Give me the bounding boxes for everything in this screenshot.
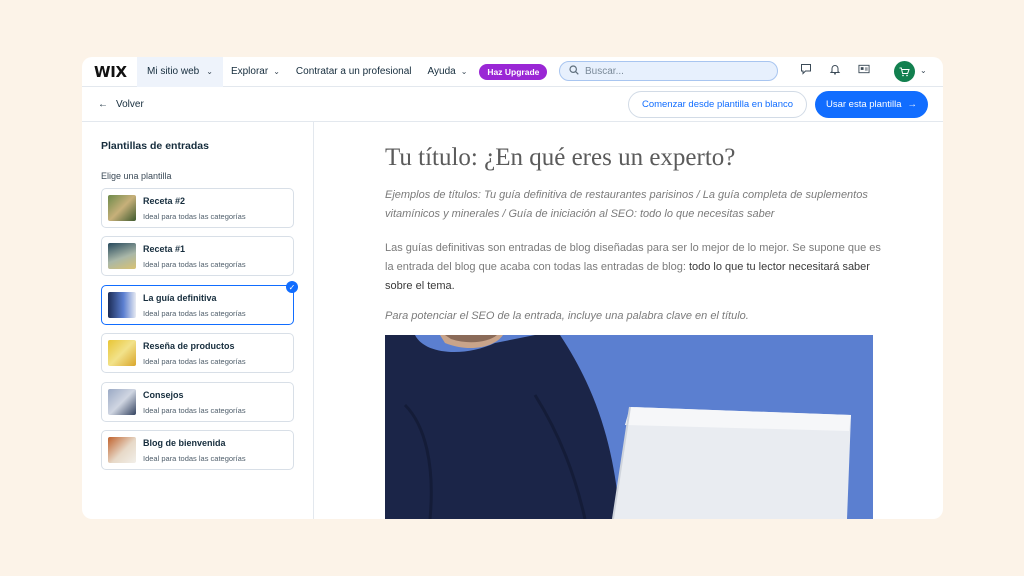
template-card-receta-2[interactable]: Receta #2 Ideal para todas las categoría… (101, 188, 294, 228)
template-card-consejos[interactable]: Consejos Ideal para todas las categorías (101, 382, 294, 422)
template-name: Consejos (143, 390, 184, 400)
chevron-down-icon: ⌄ (460, 67, 468, 76)
my-site-menu[interactable]: Mi sitio web ⌄ (137, 57, 223, 87)
sidebar-subtitle: Elige una plantilla (101, 171, 172, 181)
template-card-blog-bienvenida[interactable]: Blog de bienvenida Ideal para todas las … (101, 430, 294, 470)
template-thumbnail (108, 340, 136, 366)
template-preview: Tu título: ¿En qué eres un experto? Ejem… (315, 122, 943, 519)
template-sidebar: Plantillas de entradas Elige una plantil… (82, 122, 314, 519)
chevron-down-icon[interactable]: ⌄ (920, 66, 927, 75)
template-card-resena-productos[interactable]: Reseña de productos Ideal para todas las… (101, 333, 294, 373)
seo-hint: Para potenciar el SEO de la entrada, inc… (385, 310, 749, 322)
person-with-laptop-illustration (385, 335, 873, 519)
template-thumbnail (108, 292, 136, 318)
template-thumbnail (108, 195, 136, 221)
nav-help[interactable]: Ayuda ⌄ (420, 66, 476, 77)
template-description: Ideal para todas las categorías (143, 212, 246, 221)
hero-image (385, 335, 873, 519)
template-description: Ideal para todas las categorías (143, 357, 246, 366)
wix-logo[interactable]: WIX (82, 63, 137, 81)
account-avatar[interactable] (894, 61, 915, 82)
chevron-down-icon: ⌄ (273, 67, 280, 76)
back-button[interactable]: ← Volver (98, 99, 144, 110)
template-description: Ideal para todas las categorías (143, 454, 246, 463)
template-name: Receta #2 (143, 196, 186, 206)
search-placeholder: Buscar... (585, 65, 624, 77)
template-name: Blog de bienvenida (143, 438, 226, 448)
template-description: Ideal para todas las categorías (143, 406, 246, 415)
template-thumbnail (108, 389, 136, 415)
arrow-left-icon: ← (98, 99, 108, 110)
nav-hire-pro[interactable]: Contratar a un profesional (288, 66, 420, 77)
nav-explore[interactable]: Explorar ⌄ (223, 66, 288, 77)
post-title: Tu título: ¿En qué eres un experto? (385, 144, 736, 171)
selected-check-icon: ✓ (286, 281, 298, 293)
top-nav: WIX Mi sitio web ⌄ Explorar ⌄ Contratar … (82, 57, 943, 87)
template-card-receta-1[interactable]: Receta #1 Ideal para todas las categoría… (101, 236, 294, 276)
template-thumbnail (108, 243, 136, 269)
post-subtitle: Ejemplos de títulos: Tu guía definitiva … (385, 189, 868, 220)
editor-window: WIX Mi sitio web ⌄ Explorar ⌄ Contratar … (82, 57, 943, 519)
use-template-button[interactable]: Usar esta plantilla → (815, 91, 928, 118)
sidebar-title: Plantillas de entradas (101, 140, 209, 152)
arrow-right-icon: → (907, 99, 918, 110)
back-label: Volver (116, 99, 144, 110)
template-name: La guía definitiva (143, 293, 217, 303)
my-site-label: Mi sitio web (147, 66, 200, 77)
chevron-down-icon: ⌄ (206, 67, 213, 76)
use-template-label: Usar esta plantilla (825, 99, 902, 110)
nav-hire-pro-label: Contratar a un profesional (295, 66, 412, 77)
upgrade-button[interactable]: Haz Upgrade (479, 63, 548, 80)
nav-explore-label: Explorar (230, 66, 269, 77)
bell-icon[interactable] (829, 63, 841, 75)
template-header: ← Volver Comenzar desde plantilla en bla… (82, 87, 943, 122)
blank-template-button[interactable]: Comenzar desde plantilla en blanco (628, 91, 807, 118)
template-description: Ideal para todas las categorías (143, 309, 246, 318)
template-thumbnail (108, 437, 136, 463)
search-input[interactable]: Buscar... (559, 61, 778, 81)
chat-icon[interactable] (800, 63, 812, 75)
contacts-card-icon[interactable] (858, 63, 870, 75)
cart-icon (899, 67, 910, 76)
search-icon (569, 64, 579, 78)
template-description: Ideal para todas las categorías (143, 260, 246, 269)
nav-help-label: Ayuda (427, 66, 456, 77)
top-icons (800, 63, 870, 75)
template-name: Reseña de productos (143, 341, 235, 351)
post-paragraph: Las guías definitivas son entradas de bl… (385, 239, 885, 296)
template-name: Receta #1 (143, 244, 186, 254)
template-card-guia-definitiva[interactable]: La guía definitiva Ideal para todas las … (101, 281, 298, 325)
